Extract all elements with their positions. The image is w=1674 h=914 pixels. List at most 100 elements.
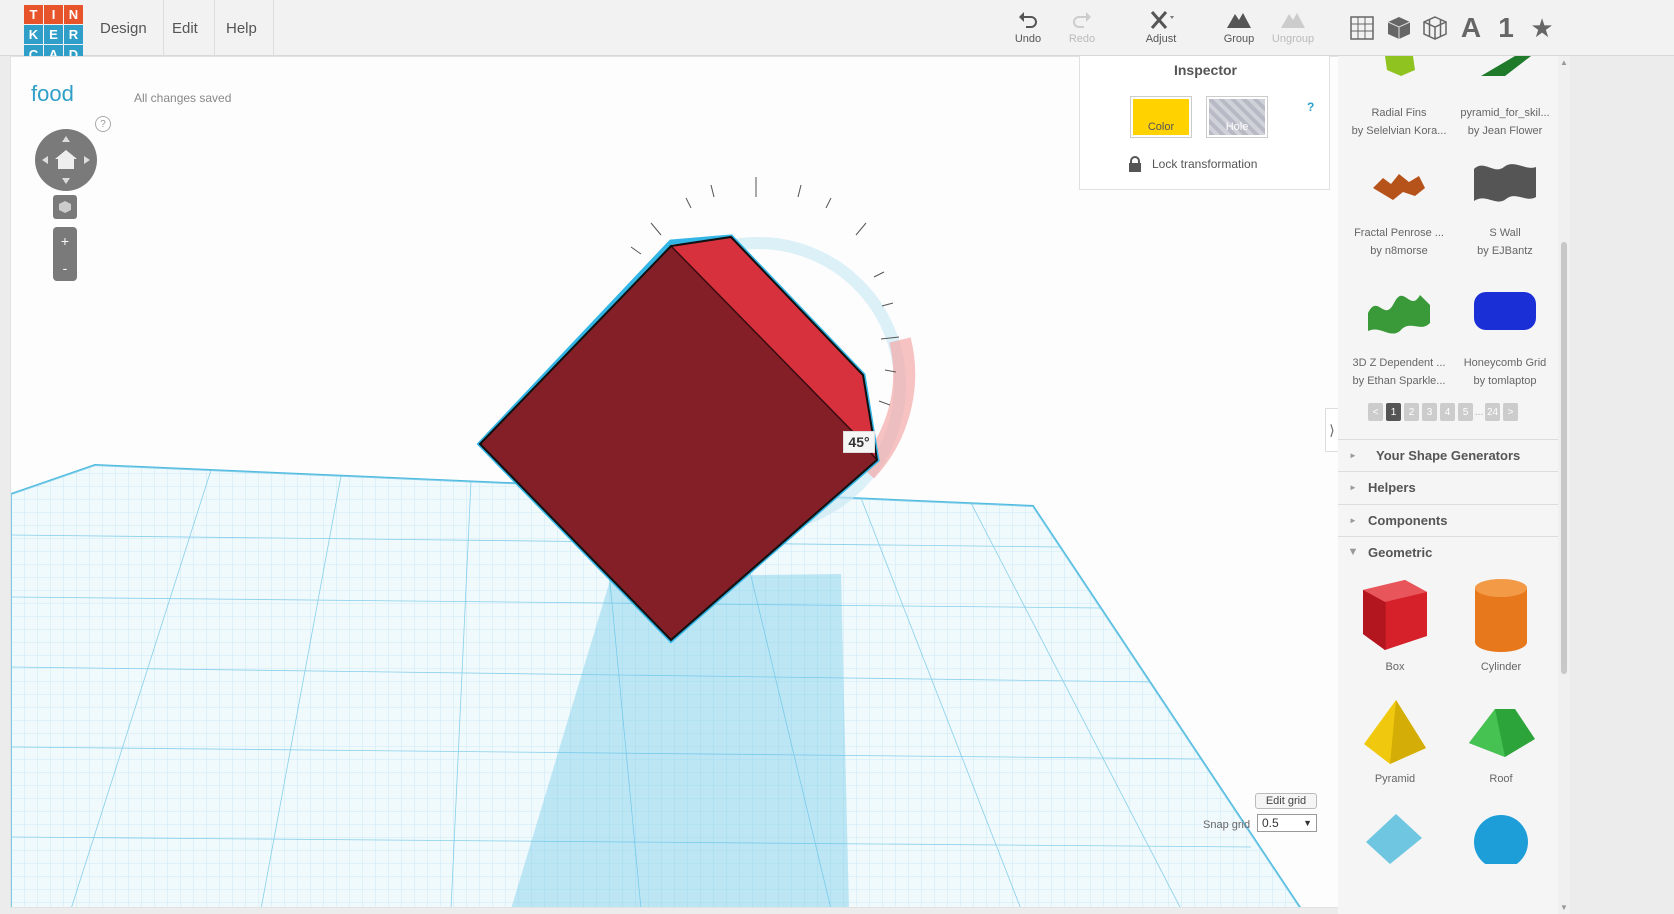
community-shape[interactable]: Radial Fins by Selelvian Kora... bbox=[1344, 56, 1454, 140]
pager-prev[interactable]: < bbox=[1368, 403, 1383, 421]
logo-letter: R bbox=[64, 25, 83, 44]
section-shape-generators[interactable]: ► Your Shape Generators bbox=[1338, 439, 1558, 470]
shape-author: by n8morse bbox=[1370, 245, 1428, 257]
pager-page[interactable]: 3 bbox=[1422, 403, 1437, 421]
snap-grid-label: Snap grid bbox=[1203, 819, 1251, 831]
lock-transformation-toggle[interactable]: Lock transformation bbox=[1128, 156, 1257, 172]
undo-label: Undo bbox=[1014, 33, 1042, 45]
section-geometric[interactable]: ▼ Geometric bbox=[1338, 536, 1558, 567]
menu-design[interactable]: Design bbox=[84, 0, 164, 56]
rotation-angle-readout: 45° bbox=[843, 431, 875, 453]
shape-cylinder[interactable]: Cylinder bbox=[1446, 574, 1556, 676]
ungroup-button[interactable]: Ungroup bbox=[1263, 10, 1323, 45]
section-helpers[interactable]: ► Helpers bbox=[1338, 471, 1558, 502]
pager-ellipsis: ... bbox=[1474, 406, 1484, 418]
zoom-out-button[interactable]: - bbox=[53, 254, 77, 281]
community-shape[interactable]: pyramid_for_skil... by Jean Flower bbox=[1450, 56, 1560, 140]
logo-letter: I bbox=[44, 5, 63, 24]
adjust-icon bbox=[1150, 11, 1174, 29]
solid-box-icon[interactable] bbox=[1383, 12, 1415, 44]
radial-fins-thumbnail bbox=[1385, 56, 1415, 76]
pager-page[interactable]: 24 bbox=[1485, 403, 1500, 421]
menu-help[interactable]: Help bbox=[210, 0, 274, 56]
lock-icon bbox=[1129, 156, 1141, 172]
adjust-button[interactable]: Adjust bbox=[1131, 10, 1191, 45]
undo-button[interactable]: Undo bbox=[998, 10, 1058, 45]
pager-page[interactable]: 2 bbox=[1404, 403, 1419, 421]
color-button[interactable]: Color bbox=[1130, 96, 1192, 138]
home-icon[interactable] bbox=[55, 150, 77, 169]
shape-author: by tomlaptop bbox=[1473, 375, 1537, 387]
chevron-down-icon: ▼ bbox=[1303, 818, 1312, 828]
scrollbar-thumb[interactable] bbox=[1561, 242, 1567, 674]
save-status: All changes saved bbox=[134, 91, 232, 105]
shape-name: S Wall bbox=[1489, 227, 1521, 239]
shape-box[interactable]: Box bbox=[1340, 574, 1450, 676]
section-label: Your Shape Generators bbox=[1376, 447, 1521, 463]
shape-name: 3D Z Dependent ... bbox=[1352, 357, 1446, 369]
pyramid-shape-icon bbox=[1364, 700, 1426, 764]
shapes-panel-scrollbar[interactable]: ▲ ▼ bbox=[1558, 56, 1570, 914]
shape-pagination: < 1 2 3 4 5 ... 24 > bbox=[1368, 403, 1518, 421]
color-label: Color bbox=[1133, 99, 1189, 135]
s-wall-thumbnail bbox=[1474, 164, 1536, 202]
redo-icon bbox=[1073, 12, 1091, 28]
ungroup-label: Ungroup bbox=[1271, 33, 1315, 45]
community-shape[interactable]: Fractal Penrose ... by n8morse bbox=[1344, 148, 1454, 260]
snap-grid-value: 0.5 bbox=[1262, 816, 1279, 830]
scroll-up-icon[interactable]: ▲ bbox=[1560, 58, 1568, 67]
hole-button[interactable]: Hole bbox=[1206, 96, 1268, 138]
pager-page[interactable]: 1 bbox=[1386, 403, 1401, 421]
side-panel-toggle[interactable]: ⟩ bbox=[1325, 408, 1339, 452]
pager-page[interactable]: 5 bbox=[1458, 403, 1473, 421]
sphere-icon bbox=[1474, 815, 1528, 864]
shape-author: by Selelvian Kora... bbox=[1351, 125, 1447, 137]
community-shape[interactable]: S Wall by EJBantz bbox=[1450, 148, 1560, 260]
menu-edit[interactable]: Edit bbox=[156, 0, 215, 56]
view-cube-icon[interactable] bbox=[53, 195, 77, 219]
honeycomb-grid-thumbnail bbox=[1474, 292, 1536, 330]
navigation-help-icon[interactable]: ? bbox=[95, 116, 111, 132]
shape-author: by Ethan Sparkle... bbox=[1352, 375, 1446, 387]
number-one-icon[interactable]: 1 bbox=[1490, 12, 1522, 44]
workplane-grid-icon[interactable] bbox=[1346, 12, 1378, 44]
shape-sphere-partial[interactable] bbox=[1446, 808, 1556, 864]
3d-z-dependent-thumbnail bbox=[1368, 295, 1430, 334]
zoom-in-button[interactable]: + bbox=[53, 227, 77, 254]
shape-tube-partial[interactable] bbox=[1340, 808, 1450, 864]
chevron-right-icon: ► bbox=[1349, 450, 1357, 460]
shape-name: Roof bbox=[1489, 773, 1513, 785]
orbit-control[interactable] bbox=[35, 129, 97, 191]
community-shape[interactable]: 3D Z Dependent ... by Ethan Sparkle... bbox=[1344, 268, 1454, 390]
adjust-label: Adjust bbox=[1145, 33, 1177, 45]
tinkercad-app: T I N K E R C A D Design Edit Help Undo … bbox=[0, 0, 1674, 914]
group-icon bbox=[1227, 13, 1251, 28]
shape-name: Box bbox=[1385, 661, 1405, 673]
redo-button[interactable]: Redo bbox=[1052, 10, 1112, 45]
shape-roof[interactable]: Roof bbox=[1446, 696, 1556, 788]
snap-grid-select[interactable]: 0.5 ▼ bbox=[1257, 814, 1317, 832]
section-label: Helpers bbox=[1368, 479, 1416, 495]
roof-shape-icon bbox=[1469, 709, 1535, 757]
shape-author: by EJBantz bbox=[1477, 245, 1533, 257]
group-button[interactable]: Group bbox=[1209, 10, 1269, 45]
pyramid-thumbnail bbox=[1481, 56, 1531, 76]
wireframe-box-icon[interactable] bbox=[1419, 12, 1451, 44]
edit-grid-button[interactable]: Edit grid bbox=[1255, 793, 1317, 809]
logo-letter: T bbox=[24, 5, 43, 24]
text-a-icon[interactable]: A bbox=[1455, 12, 1487, 44]
shape-pyramid[interactable]: Pyramid bbox=[1340, 696, 1450, 788]
shape-name: pyramid_for_skil... bbox=[1460, 107, 1550, 119]
section-components[interactable]: ► Components bbox=[1338, 504, 1558, 535]
pager-page[interactable]: 4 bbox=[1440, 403, 1455, 421]
scroll-down-icon[interactable]: ▼ bbox=[1560, 903, 1568, 912]
design-name[interactable]: food bbox=[31, 81, 74, 107]
chevron-down-icon: ▼ bbox=[1347, 546, 1359, 558]
chevron-right-icon: ► bbox=[1349, 515, 1357, 525]
star-icon[interactable]: ★ bbox=[1526, 12, 1558, 44]
shape-name: Radial Fins bbox=[1371, 107, 1427, 119]
cylinder-blue-icon bbox=[1366, 814, 1422, 864]
pager-next[interactable]: > bbox=[1503, 403, 1518, 421]
inspector-help-icon[interactable]: ? bbox=[1307, 100, 1314, 114]
community-shape[interactable]: Honeycomb Grid by tomlaptop bbox=[1450, 268, 1560, 390]
